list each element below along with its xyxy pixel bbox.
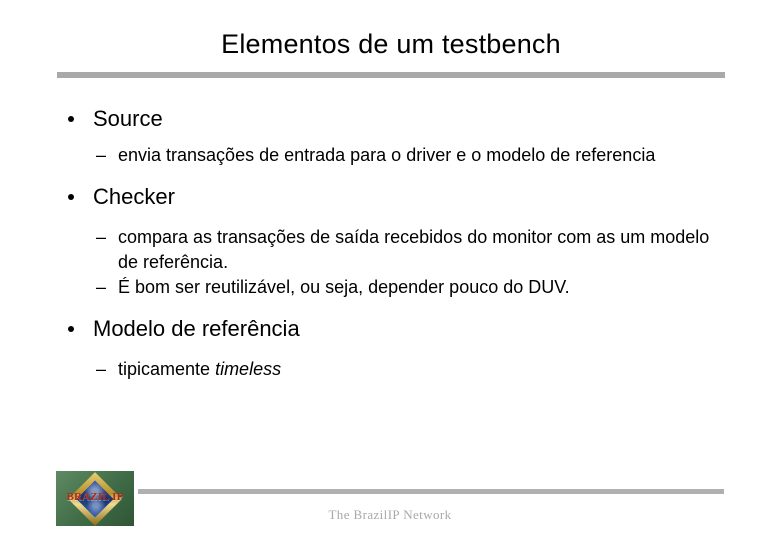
bullet-dot-icon [68, 116, 74, 122]
bullet-level1-label: Source [93, 106, 163, 131]
dash-marker-icon: – [96, 227, 107, 247]
dash-marker-icon: – [96, 277, 107, 297]
title-divider [57, 72, 725, 78]
bullet-dot-icon [68, 326, 74, 332]
dash-marker-icon: – [96, 145, 107, 165]
bullet-level2-text: tipicamente [118, 359, 216, 379]
bullet-level1-label: Checker [93, 184, 175, 209]
page-title: Elementos de um testbench [221, 29, 561, 59]
dash-marker-icon: – [96, 359, 107, 379]
slide-body: Source – envia transações de entrada par… [0, 104, 780, 382]
brazil-ip-logo: BRAZIL IP [56, 471, 134, 526]
slide: Elementos de um testbench Source – envia… [0, 0, 780, 540]
bullet-level2-text: compara as transações de saída recebidos… [118, 227, 710, 272]
logo-wordmark: BRAZIL IP [66, 491, 124, 503]
footer-divider [138, 489, 724, 494]
bullet-level1-label: Modelo de referência [93, 316, 300, 341]
bullet-dot-icon [68, 194, 74, 200]
bullet-level2-modelo-1: – tipicamente timeless [0, 357, 780, 382]
bullet-level1-modelo-de-referencia: Modelo de referência [0, 314, 780, 344]
bullet-level1-source: Source [0, 104, 780, 134]
bullet-level2-text: É bom ser reutilizável, ou seja, depende… [118, 277, 570, 297]
bullet-level1-checker: Checker [0, 182, 780, 212]
bullet-level2-text-emphasis: timeless [215, 359, 282, 379]
bullet-level2-source-1: – envia transações de entrada para o dri… [0, 143, 780, 168]
bullet-level2-checker-1: – compara as transações de saída recebid… [0, 225, 780, 275]
bullet-level2-checker-2: – É bom ser reutilizável, ou seja, depen… [0, 275, 780, 300]
bullet-level2-text: envia transações de entrada para o drive… [118, 145, 656, 165]
